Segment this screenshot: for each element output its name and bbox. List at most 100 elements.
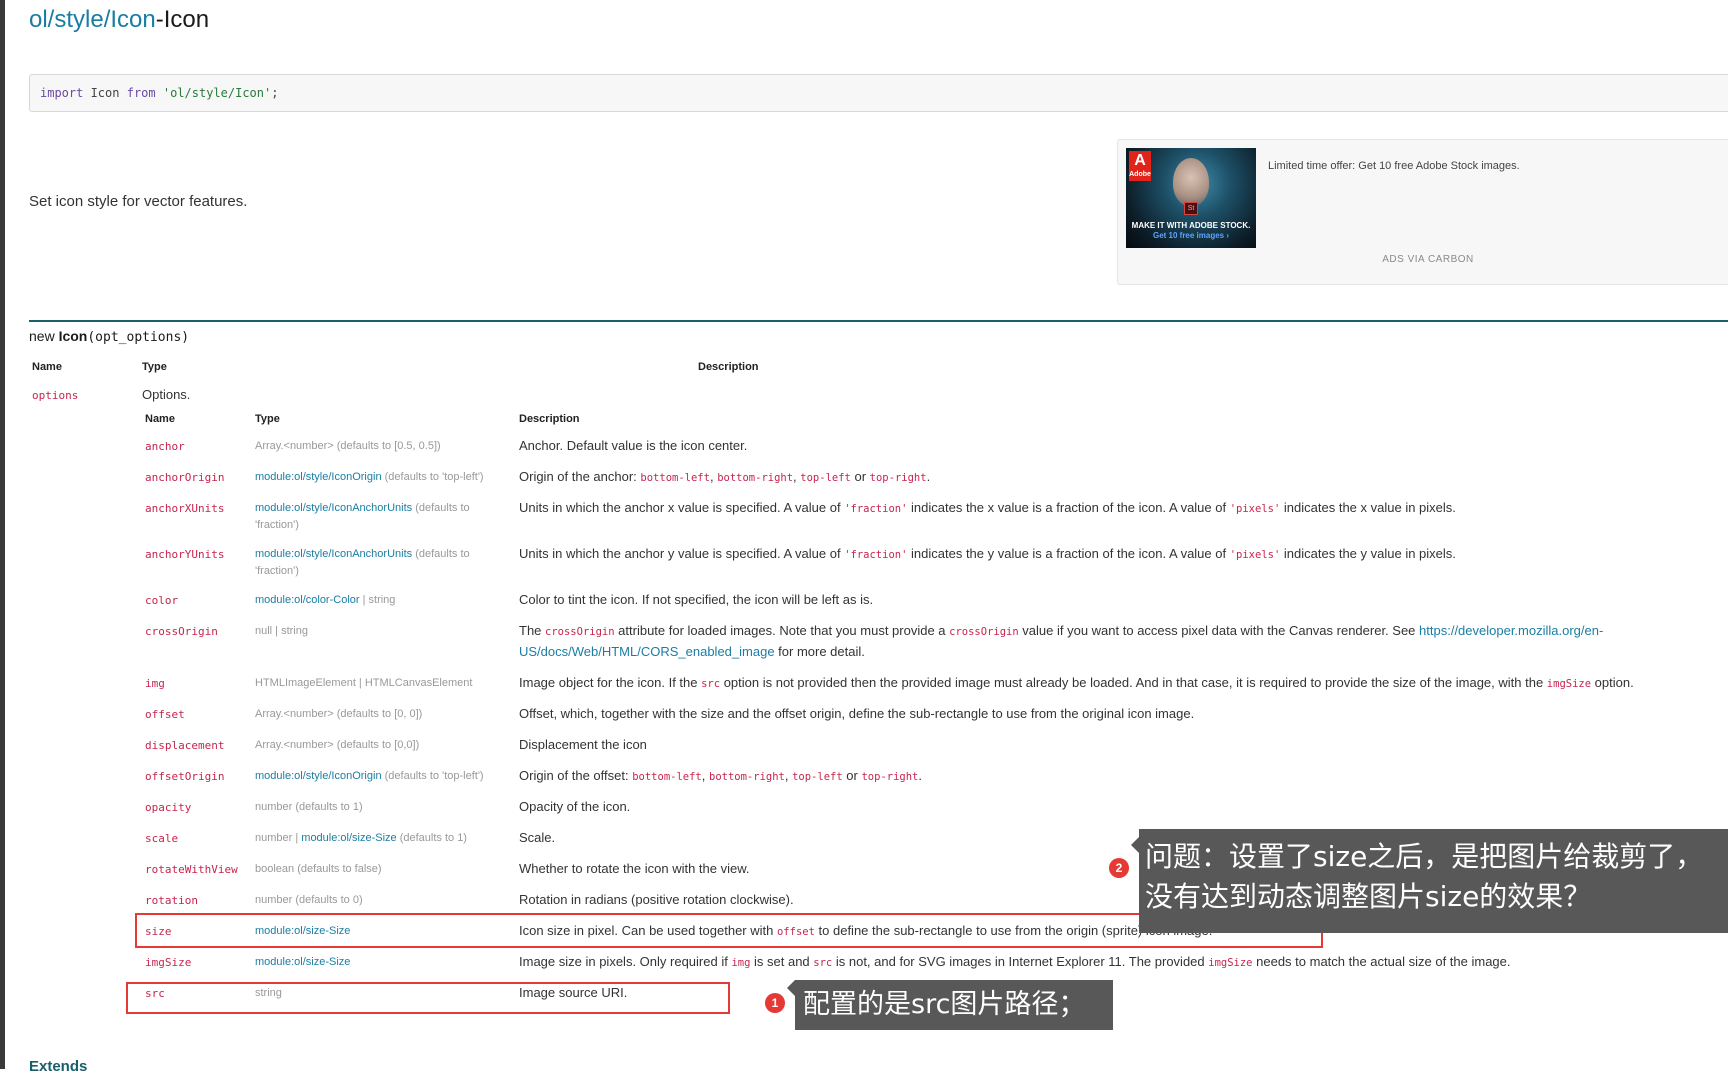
from-keyword: from: [126, 86, 156, 100]
option-type-text: number (defaults to 1): [255, 801, 363, 813]
outer-header-name: Name: [32, 361, 62, 373]
outer-header-type: Type: [142, 361, 167, 373]
inline-code: 'pixels': [1229, 503, 1281, 515]
annotation-note-1-text: 配置的是src图片路径；: [803, 989, 1086, 1020]
inline-code: top-left: [800, 472, 851, 484]
ad-text-link[interactable]: Limited time offer: Get 10 free Adobe St…: [1268, 160, 1520, 172]
option-description: Units in which the anchor x value is spe…: [519, 498, 1699, 519]
inline-code: bottom-right: [709, 771, 785, 783]
description-text: The: [519, 623, 546, 638]
description-text: option is not provided then the provided…: [720, 675, 1547, 690]
option-type-link[interactable]: module:ol/size-Size: [255, 956, 350, 968]
option-type-link[interactable]: module:ol/color-Color: [255, 594, 360, 606]
annotation-note-2: 问题：设置了size之后，是把图片给裁剪了， 没有达到动态调整图片size的效果…: [1131, 829, 1728, 933]
option-description: Displacement the icon: [519, 735, 1699, 755]
option-type-text: (defaults to 'top-left'): [381, 770, 484, 782]
option-type: module:ol/style/IconAnchorUnits (default…: [255, 546, 510, 580]
inline-code: imgSize: [1546, 678, 1592, 690]
ads-via-carbon-link[interactable]: ADS VIA CARBON: [1119, 254, 1728, 265]
description-text: Opacity of the icon.: [519, 799, 631, 814]
description-text: ,: [784, 768, 793, 783]
param-options-type: Options.: [142, 387, 191, 402]
inline-code: bottom-right: [717, 472, 794, 484]
adobe-stock-icon: St: [1184, 202, 1198, 215]
option-description: Image object for the icon. If the src op…: [519, 673, 1699, 694]
option-name: anchorXUnits: [145, 502, 225, 515]
ad-image[interactable]: A Adobe St MAKE IT WITH ADOBE STOCK. Get …: [1126, 148, 1256, 248]
option-name: opacity: [145, 801, 192, 814]
page-title: ol/style/Icon-Icon: [29, 4, 209, 36]
inline-code: crossOrigin: [545, 626, 615, 638]
description-text: is set and: [750, 954, 814, 969]
description-text: .: [918, 768, 922, 783]
option-type-text: Array.<number> (defaults to [0.5, 0.5]): [255, 440, 441, 452]
ad-image-headline: MAKE IT WITH ADOBE STOCK.: [1131, 221, 1251, 230]
option-type-text: (defaults to 'top-left'): [381, 471, 484, 483]
inner-header-description: Description: [519, 413, 580, 425]
description-text: ,: [701, 768, 709, 783]
option-name: anchorYUnits: [145, 548, 225, 561]
option-type-text: HTMLImageElement | HTMLCanvasElement: [255, 677, 473, 689]
option-type-text: | string: [359, 594, 396, 606]
option-description: Color to tint the icon. If not specified…: [519, 590, 1699, 610]
annotation-note-2-line-2: 没有达到动态调整图片size的效果？: [1145, 880, 1592, 913]
description-text: needs to match the actual size of the im…: [1252, 954, 1511, 969]
option-name: anchorOrigin: [145, 471, 225, 484]
inline-code: crossOrigin: [949, 626, 1019, 638]
inline-code: bottom-left: [640, 472, 710, 484]
option-name: crossOrigin: [145, 625, 218, 638]
option-type-text: number (defaults to 0): [255, 894, 363, 906]
annotation-note-1: 配置的是src图片路径；: [787, 980, 1113, 1030]
description-text: Whether to rotate the icon with the view…: [519, 861, 750, 876]
description-text: Scale.: [519, 830, 556, 845]
description-text: or: [842, 768, 862, 783]
constructor-signature: new Icon(opt_options): [29, 328, 189, 345]
option-type: Array.<number> (defaults to [0,0]): [255, 737, 510, 754]
description-text: or: [850, 469, 870, 484]
option-description: Opacity of the icon.: [519, 797, 1699, 817]
inline-code: top-left: [792, 771, 843, 783]
option-type-link[interactable]: module:ol/size-Size: [301, 832, 396, 844]
annotation-note-2-line-1: 问题：设置了size之后，是把图片给裁剪了，: [1145, 840, 1704, 873]
description-text: option.: [1591, 675, 1634, 690]
option-type: module:ol/size-Size: [255, 954, 510, 971]
option-description: Origin of the offset: bottom-left, botto…: [519, 766, 1699, 787]
inner-header-name: Name: [145, 413, 175, 425]
inline-code: 'pixels': [1229, 549, 1281, 561]
description-text: Offset, which, together with the size an…: [519, 706, 1195, 721]
description-text: attribute for loaded images. Note that y…: [614, 623, 950, 638]
option-type-link[interactable]: module:ol/style/IconAnchorUnits: [255, 502, 412, 514]
option-type: number | module:ol/size-Size (defaults t…: [255, 830, 510, 847]
option-type-link[interactable]: module:ol/style/IconAnchorUnits: [255, 548, 412, 560]
annotation-badge-1: 1: [765, 993, 785, 1013]
option-type: Array.<number> (defaults to [0.5, 0.5]): [255, 438, 510, 455]
inner-header-type: Type: [255, 413, 280, 425]
left-edge-bar: [0, 0, 5, 1069]
description-text: indicates the x value is a fraction of t…: [907, 500, 1230, 515]
outer-header-description: Description: [698, 361, 759, 373]
inline-code: src: [813, 957, 833, 969]
option-description: Origin of the anchor: bottom-left, botto…: [519, 467, 1699, 488]
highlight-src-row: [126, 982, 730, 1014]
import-code-block[interactable]: import Icon from 'ol/style/Icon';: [29, 74, 1728, 112]
description-text: Origin of the anchor:: [519, 469, 641, 484]
option-type: boolean (defaults to false): [255, 861, 510, 878]
description-text: Units in which the anchor y value is spe…: [519, 546, 845, 561]
option-type-link[interactable]: module:ol/style/IconOrigin: [255, 471, 382, 483]
ad-image-cta: Get 10 free images ›: [1152, 231, 1230, 240]
class-summary: Set icon style for vector features.: [29, 193, 248, 210]
description-text: Origin of the offset:: [519, 768, 633, 783]
param-options: options: [32, 389, 79, 402]
import-path-string: 'ol/style/Icon': [155, 86, 272, 100]
option-type: number (defaults to 0): [255, 892, 510, 909]
section-divider: [29, 320, 1728, 322]
description-text: is not, and for SVG images in Internet E…: [832, 954, 1209, 969]
option-name: rotateWithView: [145, 863, 238, 876]
constructor-args: (opt_options): [87, 330, 190, 345]
option-description: Anchor. Default value is the icon center…: [519, 436, 1699, 456]
constructor-new: new: [29, 328, 59, 344]
option-name: anchor: [145, 440, 185, 453]
option-name: scale: [145, 832, 179, 845]
option-type-link[interactable]: module:ol/style/IconOrigin: [255, 770, 382, 782]
description-text: value if you want to access pixel data w…: [1018, 623, 1420, 638]
